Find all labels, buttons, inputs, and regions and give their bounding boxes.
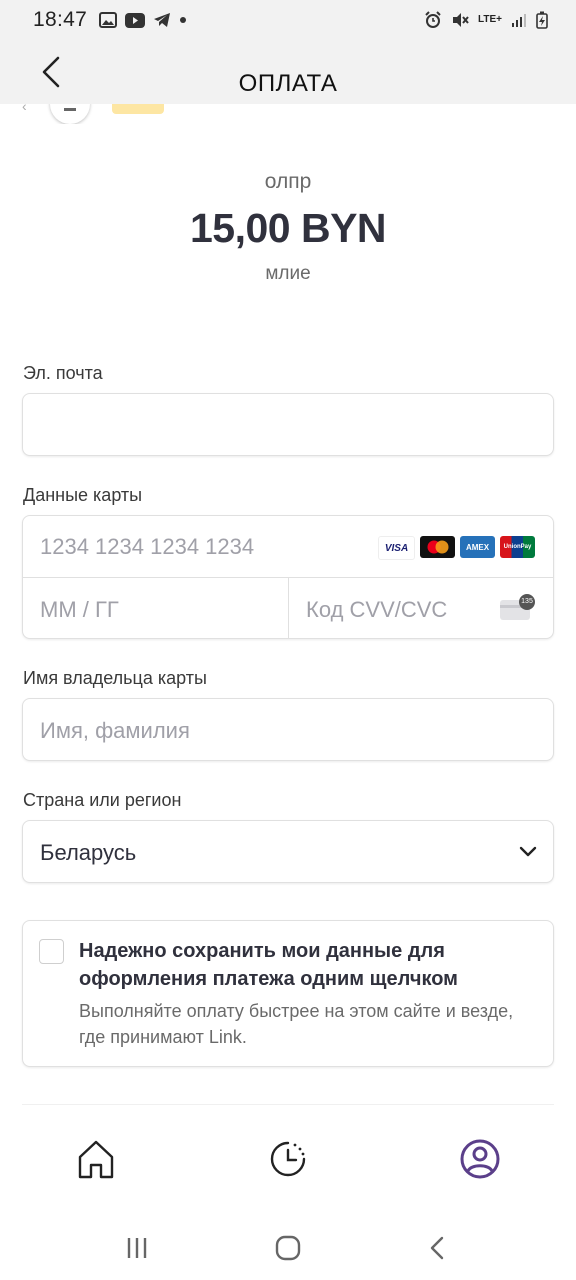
back-system-button[interactable] — [423, 1233, 453, 1263]
home-circle-icon — [275, 1235, 301, 1261]
notification-icons — [99, 12, 187, 28]
youtube-icon — [125, 12, 146, 28]
app-bar: ОПЛАТА — [0, 40, 576, 104]
expiry-input[interactable]: ММ / ГГ — [23, 578, 288, 639]
country-label: Страна или регион — [23, 790, 182, 810]
test-mode-badge — [112, 104, 164, 114]
product-name: олпр — [264, 170, 312, 193]
visa-icon: VISA — [378, 536, 415, 560]
card-number-input[interactable]: 1234 1234 1234 1234 VISA AMEX UnionPay — [23, 516, 553, 577]
gallery-icon — [99, 12, 118, 28]
chevron-down-icon — [519, 846, 537, 857]
page-title: ОПЛАТА — [238, 70, 338, 97]
merchant-logo — [50, 104, 90, 124]
history-icon — [270, 1141, 306, 1177]
system-nav-bar — [0, 1215, 576, 1280]
status-bar: 18:47 LTE+ — [0, 0, 576, 40]
recent-apps-icon — [127, 1238, 147, 1258]
card-number-placeholder: 1234 1234 1234 1234 — [40, 534, 255, 559]
nav-home[interactable] — [74, 1137, 118, 1181]
country-select[interactable]: Беларусь — [22, 820, 554, 883]
home-system-button[interactable] — [273, 1233, 303, 1263]
mastercard-icon — [420, 536, 455, 558]
unionpay-icon: UnionPay — [500, 536, 535, 558]
nav-history[interactable] — [266, 1137, 310, 1181]
back-arrow-icon — [430, 1236, 444, 1260]
product-description: млие — [265, 263, 311, 284]
total-amount: 15,00 BYN — [189, 205, 387, 251]
battery-icon — [536, 11, 548, 29]
card-brands: VISA AMEX UnionPay — [378, 536, 535, 560]
cvc-card-icon: 135 — [500, 594, 536, 622]
expiry-placeholder: ММ / ГГ — [40, 597, 119, 622]
network-type: LTE+ — [478, 14, 502, 25]
scrolled-header: ‹ — [0, 104, 576, 124]
save-info-subtitle: Выполняйте оплату быстрее на этом сайте … — [79, 1001, 514, 1047]
amex-icon: AMEX — [460, 536, 495, 558]
cvc-badge: 135 — [519, 594, 535, 610]
telegram-icon — [154, 13, 171, 27]
bottom-nav — [0, 1105, 576, 1215]
cardholder-placeholder: Имя, фамилия — [40, 718, 190, 743]
alarm-icon — [425, 11, 441, 28]
nav-profile[interactable] — [458, 1137, 502, 1181]
save-info-checkbox[interactable] — [39, 939, 64, 964]
signal-icon — [512, 14, 526, 27]
cvc-placeholder: Код CVV/CVC — [306, 597, 448, 622]
cardholder-label: Имя владельца карты — [23, 668, 207, 688]
save-info-card: Надежно сохранить мои данные для оформле… — [22, 920, 554, 1067]
dot-icon — [180, 17, 187, 23]
card-details-label: Данные карты — [23, 485, 143, 505]
profile-icon — [460, 1139, 500, 1179]
home-icon — [78, 1140, 114, 1179]
cardholder-name-input[interactable]: Имя, фамилия — [22, 698, 554, 761]
country-value: Беларусь — [40, 840, 137, 865]
card-details-group: 1234 1234 1234 1234 VISA AMEX UnionPay М… — [22, 515, 554, 639]
email-field[interactable] — [22, 393, 554, 456]
back-chevron-icon: ‹ — [22, 104, 27, 114]
status-time: 18:47 — [33, 8, 88, 31]
mute-icon — [453, 13, 469, 27]
cvc-input[interactable]: Код CVV/CVC 135 — [289, 578, 553, 639]
recent-apps-button[interactable] — [123, 1233, 153, 1263]
save-info-title: Надежно сохранить мои данные для оформле… — [79, 940, 458, 990]
email-label: Эл. почта — [23, 363, 103, 383]
